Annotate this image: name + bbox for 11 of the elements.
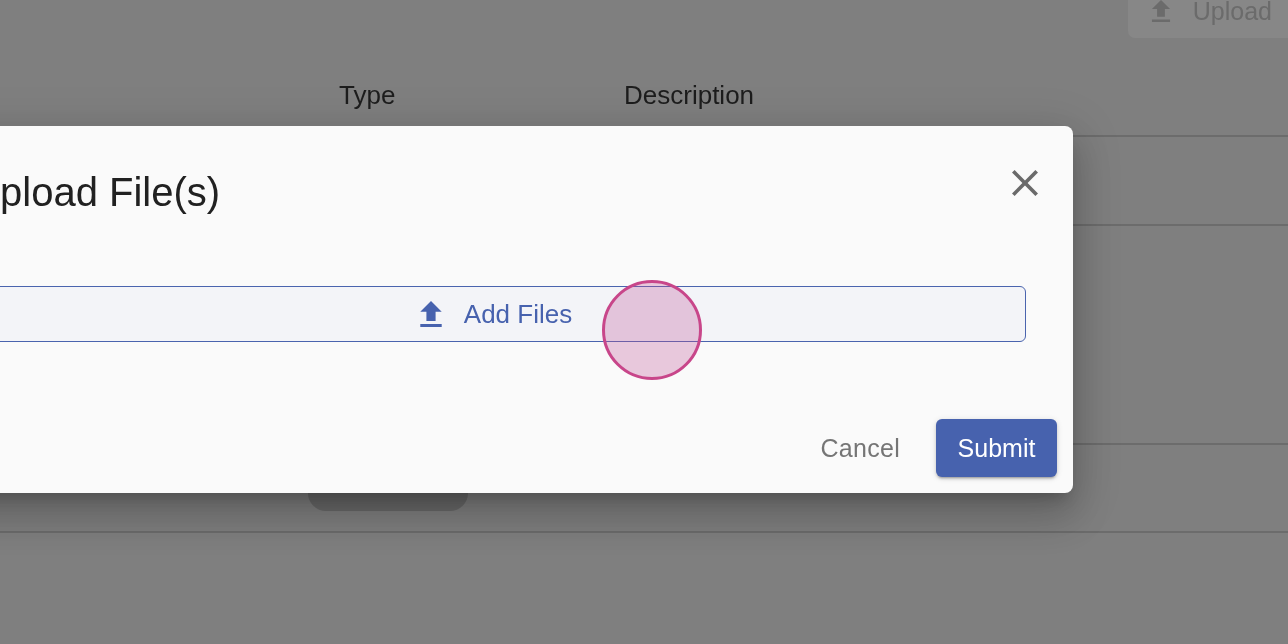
add-files-button[interactable]: Add Files [0,286,1026,342]
upload-icon [419,301,442,327]
upload-icon [1149,0,1172,22]
close-icon [1012,170,1038,196]
cancel-button[interactable]: Cancel [804,423,916,473]
column-header: Description [624,80,755,110]
submit-button[interactable]: Submit [936,419,1057,477]
touch-indicator-icon [602,280,702,380]
dialog-title: pload File(s) [0,169,221,216]
close-button[interactable] [1012,170,1038,196]
column-header: Type [339,80,396,110]
